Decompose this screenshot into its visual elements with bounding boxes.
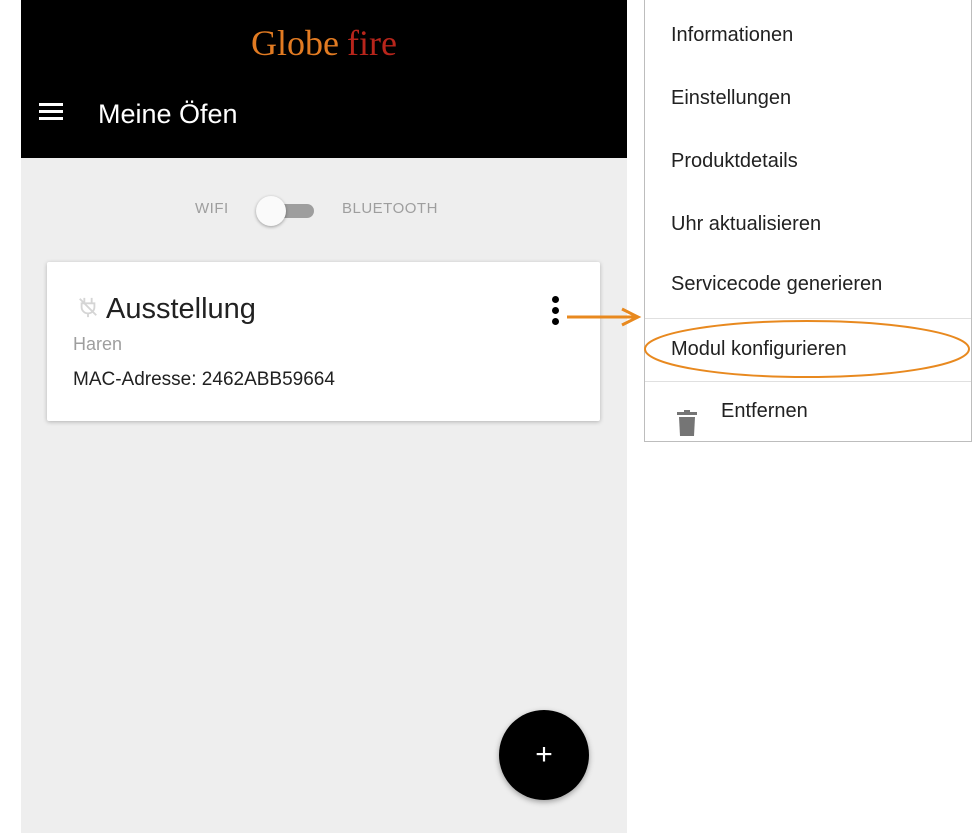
toggle-knob[interactable] — [256, 196, 286, 226]
menu-item-einstellungen[interactable]: Einstellungen — [645, 67, 971, 130]
page-title: Meine Öfen — [98, 99, 238, 129]
menu-item-entfernen[interactable]: Entfernen — [645, 380, 971, 443]
plug-off-icon — [77, 296, 99, 318]
app-screen: Globe fire Meine Öfen WIFI BLUETOOTH Auss… — [21, 0, 627, 833]
menu-item-servicecode-generieren[interactable]: Servicecode generieren — [645, 253, 971, 316]
stove-mac-address: MAC-Adresse: 2462ABB59664 — [73, 369, 335, 390]
menu-item-uhr-aktualisieren[interactable]: Uhr aktualisieren — [645, 193, 971, 256]
brand-logo: Globe fire — [21, 18, 627, 68]
stove-location: Haren — [73, 334, 123, 354]
trash-icon — [677, 399, 697, 436]
brand-fire: fire — [347, 23, 397, 63]
menu-item-produktdetails[interactable]: Produktdetails — [645, 130, 971, 193]
wifi-label: WIFI — [195, 200, 229, 217]
menu-item-informationen[interactable]: Informationen — [645, 4, 971, 67]
hamburger-menu-icon[interactable] — [39, 103, 63, 121]
connection-toggle-row: WIFI BLUETOOTH — [21, 196, 627, 226]
brand-globe: Globe — [251, 23, 339, 63]
stove-name: Ausstellung — [106, 293, 256, 325]
app-header: Globe fire Meine Öfen — [21, 0, 627, 158]
connection-toggle-switch[interactable] — [256, 196, 318, 226]
add-stove-button[interactable]: + — [499, 710, 589, 800]
bluetooth-label: BLUETOOTH — [342, 200, 438, 217]
more-vert-icon[interactable] — [543, 296, 567, 332]
annotation-highlight-ellipse — [644, 320, 970, 378]
annotation-arrow — [567, 307, 642, 327]
stove-card[interactable]: Ausstellung Haren MAC-Adresse: 2462ABB59… — [47, 262, 600, 421]
